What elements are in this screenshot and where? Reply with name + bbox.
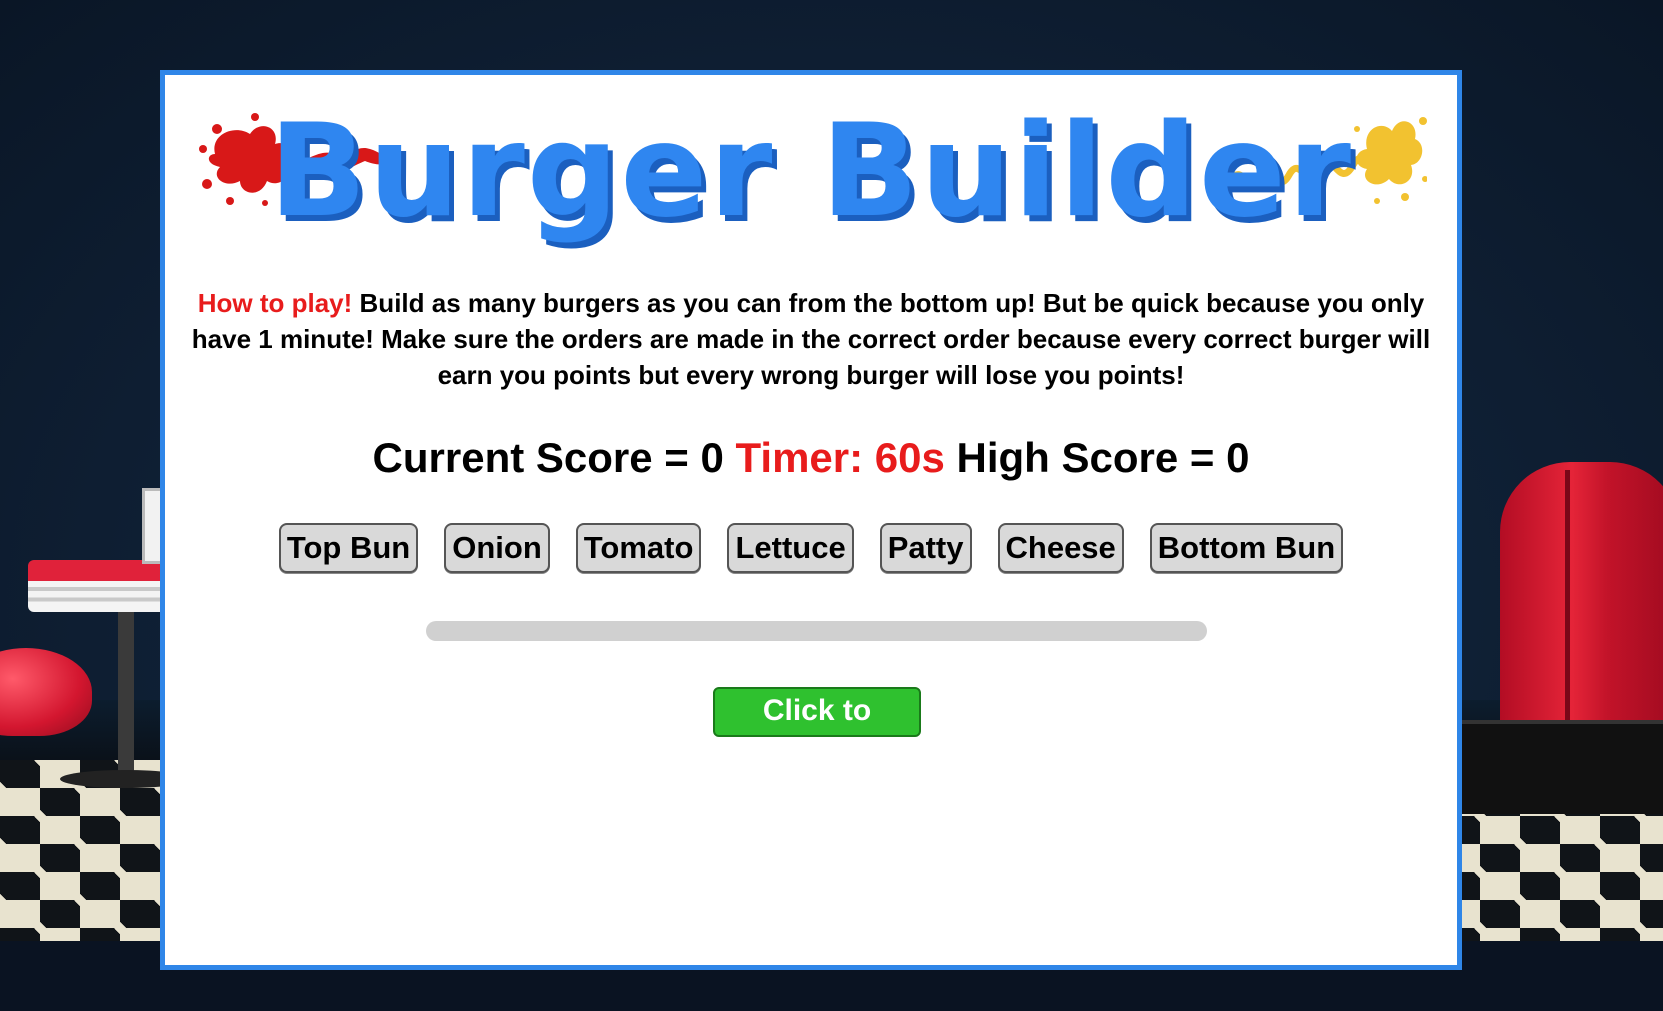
start-button[interactable]: Click to Begin! [713,687,921,771]
diner-background: Burger Builder How to play! Build as man… [0,0,1663,1011]
timer-progress-bar [426,621,1207,641]
top-bun-button[interactable]: Top Bun [278,523,419,573]
bottom-bun-button[interactable]: Bottom Bun [1149,523,1344,573]
lettuce-button[interactable]: Lettuce [727,523,854,573]
title-row: Burger Builder [165,97,1457,257]
tomato-button[interactable]: Tomato [575,523,702,573]
cheese-button[interactable]: Cheese [997,523,1124,573]
diner-table [28,560,168,612]
scoreboard: Current Score = 0 Timer: 60s High Score … [165,430,1457,486]
onion-button[interactable]: Onion [444,523,550,573]
booth-base [1460,720,1663,814]
game-panel: Burger Builder How to play! Build as man… [160,70,1462,970]
instructions-text: Build as many burgers as you can from th… [191,288,1431,390]
red-stool [0,648,92,736]
table-leg [118,612,134,782]
game-title: Burger Builder [269,97,1353,246]
instructions: How to play! Build as many burgers as yo… [185,285,1437,393]
instructions-label: How to play! [197,288,353,318]
ingredient-buttons: Top Bun Onion Tomato Lettuce Patty Chees… [165,523,1457,573]
high-score: High Score = 0 [956,434,1250,481]
timer: Timer: 60s [735,434,945,481]
patty-button[interactable]: Patty [879,523,972,573]
current-score: Current Score = 0 [372,434,724,481]
red-booth [1500,462,1663,762]
